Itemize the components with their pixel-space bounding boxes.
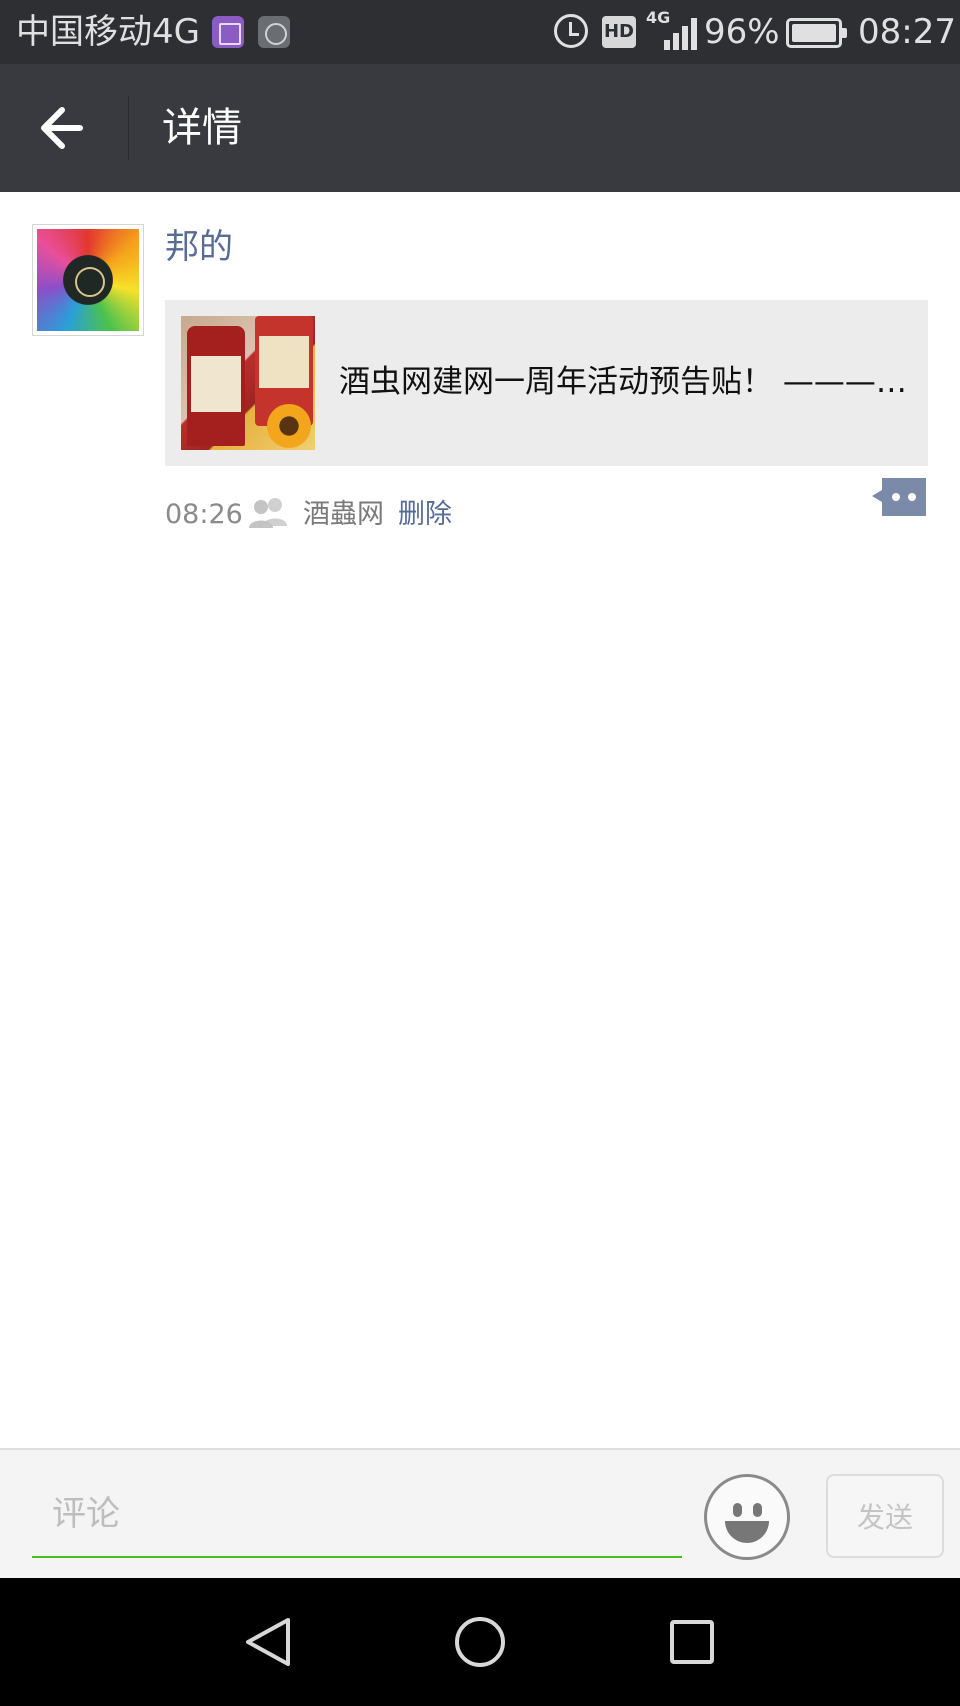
- back-triangle-icon: [246, 1618, 290, 1666]
- page-title: 详情: [162, 105, 242, 151]
- post-meta: 08:26 酒蟲网 删除: [165, 478, 928, 538]
- recents-square-icon: [670, 1620, 714, 1664]
- nav-back-button[interactable]: [238, 1612, 298, 1672]
- post-source[interactable]: 酒蟲网: [303, 492, 384, 538]
- author-name[interactable]: 邦的: [165, 224, 233, 270]
- delete-button[interactable]: 删除: [398, 492, 452, 538]
- back-button[interactable]: [24, 94, 104, 162]
- link-title: 酒虫网建网一周年活动预告贴！ ————…: [339, 364, 915, 400]
- system-navigation-bar: [0, 1578, 960, 1706]
- signal-icon: [660, 16, 700, 50]
- clock-app-notification-icon: [258, 16, 290, 48]
- status-bar: 中国移动4G HD 4G 96% 08:27: [0, 0, 960, 64]
- alarm-icon: [554, 14, 588, 48]
- avatar-image: [37, 229, 139, 331]
- gallery-notification-icon: [212, 16, 244, 48]
- title-bar: 详情: [0, 64, 960, 192]
- link-thumbnail: [181, 316, 315, 450]
- shared-link-card[interactable]: 酒虫网建网一周年活动预告贴！ ————…: [165, 300, 928, 466]
- emoji-button[interactable]: [704, 1474, 790, 1560]
- post-time: 08:26: [165, 499, 243, 530]
- carrier-name: 中国移动4G: [16, 12, 200, 52]
- comment-more-icon: [872, 478, 926, 516]
- comment-input[interactable]: [32, 1474, 682, 1554]
- battery-percent: 96%: [704, 12, 780, 52]
- comment-input-wrap: [32, 1474, 682, 1558]
- status-time: 08:27: [858, 12, 956, 52]
- comment-more-button[interactable]: [868, 476, 928, 518]
- comment-bar: 发送: [0, 1448, 960, 1578]
- group-icon: [249, 498, 287, 528]
- home-circle-icon: [455, 1617, 505, 1667]
- arrow-left-icon: [41, 107, 83, 149]
- header-divider: [128, 96, 129, 160]
- battery-icon: [786, 18, 847, 48]
- avatar[interactable]: [32, 224, 144, 336]
- nav-recents-button[interactable]: [662, 1612, 722, 1672]
- hd-badge: HD: [602, 16, 636, 48]
- send-button[interactable]: 发送: [826, 1474, 944, 1558]
- nav-home-button[interactable]: [450, 1612, 510, 1672]
